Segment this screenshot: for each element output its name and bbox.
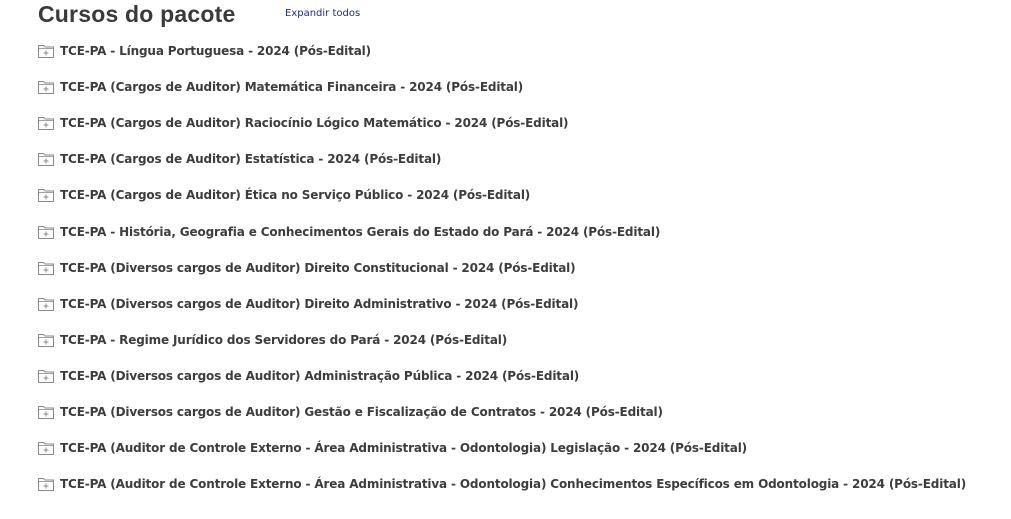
course-item[interactable]: TCE-PA - Regime Jurídico dos Servidores … <box>38 322 966 358</box>
course-item[interactable]: TCE-PA (Auditor de Controle Externo - Ár… <box>38 430 966 466</box>
folder-plus-icon[interactable] <box>38 441 54 456</box>
course-label: TCE-PA (Cargos de Auditor) Raciocínio Ló… <box>60 116 569 131</box>
course-item[interactable]: TCE-PA (Cargos de Auditor) Ética no Serv… <box>38 177 966 213</box>
course-item[interactable]: TCE-PA (Diversos cargos de Auditor) Admi… <box>38 358 966 394</box>
course-item[interactable]: TCE-PA (Diversos cargos de Auditor) Gest… <box>38 394 966 430</box>
folder-plus-icon[interactable] <box>38 44 54 59</box>
course-item[interactable]: TCE-PA (Cargos de Auditor) Matemática Fi… <box>38 69 966 105</box>
course-label: TCE-PA (Diversos cargos de Auditor) Admi… <box>60 368 580 383</box>
folder-plus-icon[interactable] <box>38 333 54 347</box>
course-item[interactable]: TCE-PA (Diversos cargos de Auditor) Dire… <box>38 250 966 286</box>
page-header: Cursos do pacote <box>38 0 235 28</box>
course-item[interactable]: TCE-PA (Cargos de Auditor) Estatística -… <box>38 141 966 177</box>
folder-plus-icon[interactable] <box>38 188 54 203</box>
folder-plus-icon[interactable] <box>38 152 54 167</box>
course-label: TCE-PA (Cargos de Auditor) Estatística -… <box>60 152 442 167</box>
course-list: TCE-PA - Língua Portuguesa - 2024 (Pós-E… <box>38 33 966 502</box>
folder-plus-icon[interactable] <box>38 405 54 419</box>
course-item[interactable]: TCE-PA (Cargos de Auditor) Raciocínio Ló… <box>38 105 966 141</box>
folder-plus-icon[interactable] <box>38 261 54 275</box>
course-item[interactable]: TCE-PA (Diversos cargos de Auditor) Dire… <box>38 286 966 322</box>
page-title: Cursos do pacote <box>38 1 236 27</box>
course-item[interactable]: TCE-PA (Auditor de Controle Externo - Ár… <box>38 466 966 502</box>
folder-plus-icon[interactable] <box>38 116 54 131</box>
course-item[interactable]: TCE-PA - História, Geografia e Conhecime… <box>38 213 966 249</box>
folder-plus-icon[interactable] <box>38 477 54 492</box>
course-label: TCE-PA - História, Geografia e Conhecime… <box>60 224 661 239</box>
expand-all-link[interactable]: Expandir todos <box>285 8 360 19</box>
course-label: TCE-PA - Regime Jurídico dos Servidores … <box>60 332 508 347</box>
course-label: TCE-PA (Cargos de Auditor) Ética no Serv… <box>60 188 531 203</box>
folder-plus-icon[interactable] <box>38 369 54 383</box>
course-label: TCE-PA (Auditor de Controle Externo - Ár… <box>60 477 967 492</box>
course-label: TCE-PA - Língua Portuguesa - 2024 (Pós-E… <box>60 44 371 59</box>
course-label: TCE-PA (Auditor de Controle Externo - Ár… <box>60 441 747 456</box>
folder-plus-icon[interactable] <box>38 80 54 95</box>
course-item[interactable]: TCE-PA - Língua Portuguesa - 2024 (Pós-E… <box>38 33 966 69</box>
folder-plus-icon[interactable] <box>38 297 54 311</box>
course-label: TCE-PA (Diversos cargos de Auditor) Gest… <box>60 404 663 419</box>
course-label: TCE-PA (Diversos cargos de Auditor) Dire… <box>60 296 579 311</box>
folder-plus-icon[interactable] <box>38 225 54 239</box>
course-label: TCE-PA (Diversos cargos de Auditor) Dire… <box>60 260 576 275</box>
course-label: TCE-PA (Cargos de Auditor) Matemática Fi… <box>60 80 524 95</box>
